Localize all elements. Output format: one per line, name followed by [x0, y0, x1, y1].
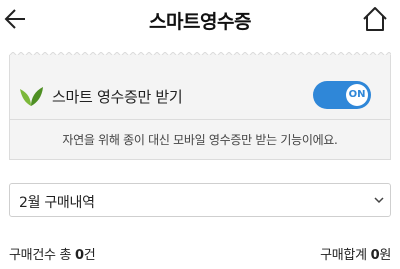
smart-receipt-description: 자연을 위해 종이 대신 모바일 영수증만 받는 기능이에요. [62, 133, 338, 147]
card-divider [9, 119, 391, 120]
purchase-count-value: 0 [74, 248, 84, 263]
purchase-count-unit: 건 [83, 248, 96, 263]
month-select[interactable]: 2월 구매내역 [9, 183, 391, 217]
purchase-total-label: 구매합계 [320, 248, 371, 263]
smart-receipt-toggle[interactable]: ON [313, 81, 371, 109]
leaf-icon [20, 87, 43, 106]
page-title: 스마트영수증 [149, 11, 251, 33]
toggle-state-label: ON [348, 89, 366, 100]
app-header: 스마트영수증 [0, 0, 400, 40]
home-icon[interactable] [362, 6, 388, 32]
purchase-total-summary: 구매합계 0원 [320, 244, 391, 263]
purchase-total-unit: 원 [379, 248, 391, 263]
smart-receipt-label: 스마트 영수증만 받기 [52, 88, 183, 106]
chevron-down-icon [374, 197, 384, 204]
purchase-count-label: 구매건수 총 [9, 248, 75, 263]
month-select-value: 2월 구매내역 [19, 195, 95, 211]
purchase-count-summary: 구매건수 총 0건 [9, 244, 96, 263]
